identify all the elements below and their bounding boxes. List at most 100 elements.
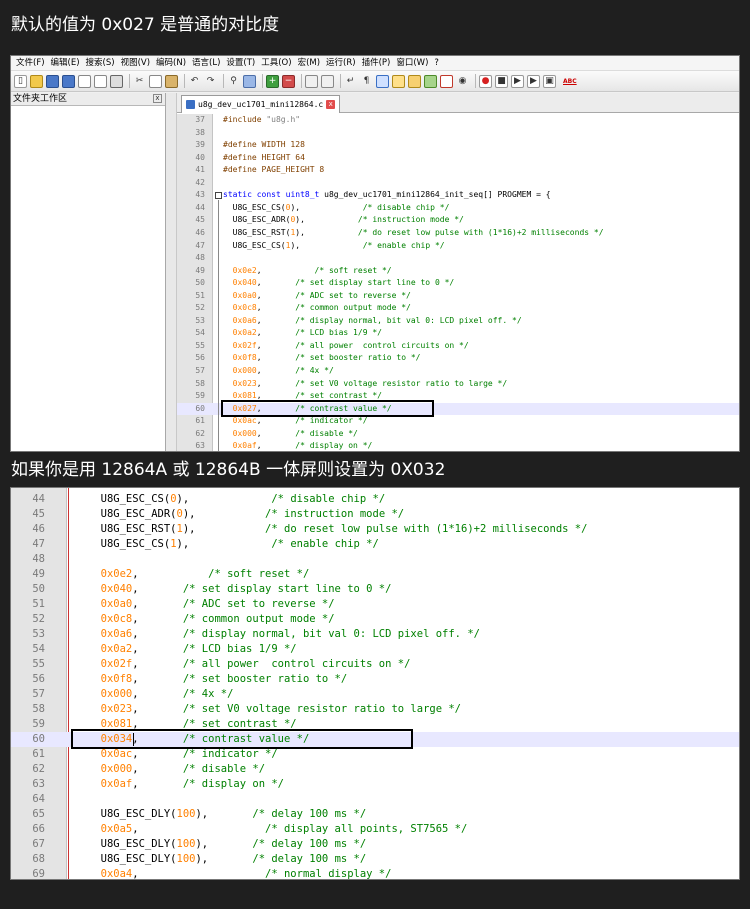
close-all-icon[interactable] — [94, 74, 107, 88]
code-token: 0x0a2 — [88, 643, 133, 655]
code-token: /* display normal, bit val 0: LCD pixel … — [138, 628, 480, 640]
print-icon[interactable] — [110, 74, 123, 88]
monitor-icon[interactable]: ◉ — [456, 75, 469, 88]
close-icon[interactable] — [78, 74, 91, 88]
code-token: 0x0a4 — [88, 868, 133, 880]
code-token: U8G_ESC_CS( — [88, 538, 171, 550]
code-line: 45 U8G_ESC_ADR(0), /* instruction mode *… — [177, 214, 739, 227]
spell-check-icon[interactable]: ABC — [563, 78, 577, 85]
line-number: 69 — [32, 868, 45, 880]
paste-icon[interactable] — [165, 74, 178, 88]
menu-item-6[interactable]: 设置(T) — [223, 56, 258, 70]
code-token: /* disable */ — [138, 763, 266, 775]
save-icon[interactable] — [46, 74, 59, 88]
code-token: /* do reset low pulse with (1*16)+2 mill… — [195, 523, 588, 535]
menu-item-7[interactable]: 工具(O) — [258, 56, 294, 70]
code-text: 0x0c8, /* common output mode */ — [223, 302, 411, 315]
copy-icon[interactable] — [149, 74, 162, 88]
sync-v-icon[interactable] — [305, 74, 318, 88]
doc-map-icon[interactable] — [408, 74, 421, 88]
code-token: /* set V0 voltage resistor ratio to larg… — [138, 703, 461, 715]
menu-item-10[interactable]: 插件(P) — [359, 56, 394, 70]
redo-icon[interactable]: ↷ — [204, 75, 217, 88]
code-text: 0x0ac, /* indicator */ — [88, 747, 278, 762]
line-number: 67 — [32, 838, 45, 850]
menu-item-12[interactable]: ? — [431, 56, 442, 70]
play-macro-icon[interactable]: ▶ — [511, 74, 524, 88]
new-file-icon[interactable]: ▯ — [14, 74, 27, 88]
record-macro-icon[interactable]: ● — [479, 74, 492, 88]
menu-item-1[interactable]: 编辑(E) — [48, 56, 83, 70]
fold-toggle-icon[interactable] — [215, 192, 222, 200]
code-text: 0x000, /* disable */ — [223, 428, 358, 441]
code-token: /* soft reset */ — [261, 265, 392, 275]
menu-item-0[interactable]: 文件(F) — [13, 56, 48, 70]
zoom-in-icon[interactable]: + — [266, 74, 279, 88]
open-file-icon[interactable] — [30, 74, 43, 88]
menu-item-3[interactable]: 视图(V) — [118, 56, 153, 70]
code-token: U8G_ESC_ADR( — [223, 215, 291, 225]
line-number: 60 — [195, 403, 205, 413]
code-token: /* 4x */ — [138, 688, 234, 700]
code-token: /* LCD bias 1/9 */ — [261, 328, 382, 338]
save-all-icon[interactable] — [62, 74, 75, 88]
code-token: /* enable chip */ — [300, 240, 445, 250]
code-token: static const — [223, 190, 286, 200]
line-number: 48 — [195, 253, 205, 263]
panel-splitter[interactable] — [166, 93, 177, 451]
code-editor-bottom[interactable]: 44 U8G_ESC_CS(0), /* disable chip */45 U… — [11, 488, 739, 879]
line-number: 52 — [195, 303, 205, 313]
code-token: ), — [195, 838, 209, 850]
code-token: 0x000 — [223, 428, 257, 438]
code-line: 47 U8G_ESC_CS(1), /* enable chip */ — [177, 240, 739, 253]
line-number: 58 — [32, 703, 45, 715]
replace-icon[interactable] — [243, 74, 256, 88]
tab-close-icon[interactable]: x — [326, 100, 336, 109]
menu-item-4[interactable]: 编码(N) — [153, 56, 189, 70]
function-list-icon[interactable] — [424, 74, 437, 88]
tab-u8g-dev-uc1701[interactable]: u8g_dev_uc1701_mini12864.c x — [181, 95, 341, 113]
indent-guide-icon[interactable] — [376, 74, 389, 88]
code-token: U8G_ESC_ADR( — [88, 508, 177, 520]
code-token: 0x0c8 — [88, 613, 133, 625]
code-token: /* normal display */ — [138, 868, 392, 880]
all-chars-icon[interactable]: ¶ — [360, 75, 373, 88]
code-line: 56 0x0f8, /* set booster ratio to */ — [177, 352, 739, 365]
menu-item-5[interactable]: 语言(L) — [189, 56, 223, 70]
code-token: /* soft reset */ — [138, 568, 310, 580]
save-macro-icon[interactable]: ▣ — [543, 74, 556, 88]
cut-icon[interactable]: ✂ — [133, 75, 146, 88]
menu-item-9[interactable]: 运行(R) — [323, 56, 359, 70]
code-line: 51 0x0a0, /* ADC set to reverse */ — [11, 597, 739, 612]
code-token: U8G_ESC_RST( — [223, 227, 291, 237]
folder-panel-close-icon[interactable]: x — [153, 94, 162, 103]
code-token: /* all power control circuits on */ — [138, 658, 411, 670]
code-text: #define PAGE_HEIGHT 8 — [223, 164, 324, 177]
stop-macro-icon[interactable]: ■ — [495, 74, 508, 88]
menu-item-8[interactable]: 宏(M) — [295, 56, 323, 70]
code-line: 62 0x000, /* disable */ — [11, 762, 739, 777]
code-text: 0x023, /* set V0 voltage resistor ratio … — [223, 378, 508, 391]
find-icon[interactable]: ⚲ — [227, 75, 240, 88]
menu-item-11[interactable]: 窗口(W) — [393, 56, 431, 70]
zoom-out-icon[interactable]: − — [282, 74, 295, 88]
lang-icon[interactable] — [392, 74, 405, 88]
wrap-icon[interactable]: ↵ — [344, 75, 357, 88]
line-number: 56 — [195, 353, 205, 363]
sync-h-icon[interactable] — [321, 74, 334, 88]
line-number: 46 — [195, 227, 205, 237]
menu-item-2[interactable]: 搜索(S) — [83, 56, 118, 70]
line-number: 61 — [32, 748, 45, 760]
code-editor-top[interactable]: 37 #include "u8g.h" 38 39 #define WIDTH 128 4… — [177, 114, 739, 451]
undo-icon[interactable]: ↶ — [188, 75, 201, 88]
code-token: ), — [195, 853, 209, 865]
toolbar-separator — [475, 74, 476, 88]
folder-workspace-icon[interactable] — [440, 74, 453, 88]
code-token: 0x023 — [223, 378, 257, 388]
code-token: 0x0a2 — [223, 328, 257, 338]
code-text: 0x0a2, /* LCD bias 1/9 */ — [223, 327, 382, 340]
code-text: 0x0a6, /* display normal, bit val 0: LCD… — [88, 627, 480, 642]
run-macro-icon[interactable]: ▶ — [527, 74, 540, 88]
code-line: 53 0x0a6, /* display normal, bit val 0: … — [177, 315, 739, 328]
code-line: 53 0x0a6, /* display normal, bit val 0: … — [11, 627, 739, 642]
